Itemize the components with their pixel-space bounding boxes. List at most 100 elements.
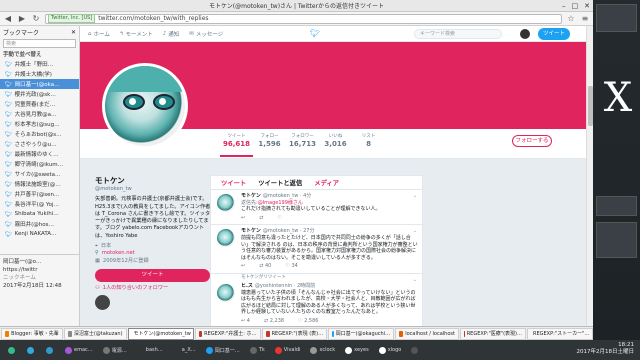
timeline-tab[interactable]: ツイートと返信 <box>258 178 302 187</box>
dock-item[interactable]: Vivaldi <box>271 342 305 358</box>
desktop-thumbnail[interactable] <box>596 196 637 216</box>
taskbar-button[interactable]: モトケン(@motoken_tw <box>127 327 194 340</box>
bookmark-item[interactable]: 🐦︎ 弁護士大橋(学) <box>0 69 79 79</box>
minimize-icon[interactable]: – <box>562 2 566 10</box>
bookmark-item[interactable]: 🐦︎ 児童買春(まだ… <box>0 99 79 109</box>
tweet-handle[interactable]: @motoken_tw · 27分 <box>263 228 315 235</box>
bookmark-item[interactable]: 🐦︎ 岡口基一(@oka… <box>0 79 79 89</box>
dock-item[interactable] <box>407 342 424 358</box>
tweet-author[interactable]: ヒ.ス <box>241 283 253 290</box>
bookmark-item[interactable]: 🐦︎ 大谷見月教@a… <box>0 109 79 119</box>
nav-home[interactable]: ⌂ ホーム <box>88 30 110 38</box>
taskbar-button[interactable]: 深沼富士(@takuzan) <box>63 327 127 340</box>
account-avatar[interactable] <box>520 29 530 39</box>
nav-moments[interactable]: ϟ モーメント <box>120 30 153 38</box>
close-icon[interactable]: ✕ <box>584 2 590 10</box>
profile-handle[interactable]: @motoken_tw <box>95 186 211 193</box>
nav-messages[interactable]: ✉ メッセージ <box>189 30 223 38</box>
website-link[interactable]: motoken.net <box>102 250 135 257</box>
bookmark-item[interactable]: 🐦︎ 最新情報のゆく… <box>0 149 79 159</box>
bookmark-item[interactable]: 🐦︎ Shibata Yukihi… <box>0 209 79 219</box>
reply-action[interactable]: ↩ <box>241 215 245 222</box>
bookmark-item[interactable]: 🐦︎ 井戸善平(@sen… <box>0 189 79 199</box>
twitter-bird-icon[interactable]: 🐦︎ <box>310 29 320 38</box>
bookmark-item[interactable]: 🐦︎ 杉本孝志(@sug… <box>0 119 79 129</box>
follower-avatar[interactable] <box>95 295 110 311</box>
url-text[interactable]: twitter.com/motoken_tw/with_replies <box>98 15 208 22</box>
chevron-down-icon[interactable]: ⌄ <box>413 228 417 235</box>
stat-1[interactable]: フォロー 1,596 <box>253 133 286 157</box>
desktop-thumbnail[interactable] <box>596 4 637 32</box>
profile-website[interactable]: ⚲ motoken.net <box>95 250 211 257</box>
bookmark-item[interactable]: 🐦︎ ささやぅり@u… <box>0 139 79 149</box>
stat-4[interactable]: リスト 8 <box>352 133 385 157</box>
page-scrollbar[interactable] <box>586 26 593 326</box>
desktop-thumbnail[interactable] <box>596 222 637 258</box>
timeline-tab[interactable]: ツイート <box>221 178 246 187</box>
stat-2[interactable]: フォロワー 16,713 <box>286 133 319 157</box>
tweet-avatar[interactable] <box>217 283 235 302</box>
tweet-avatar[interactable] <box>217 194 235 212</box>
dock-item[interactable]: xlogo <box>375 342 406 358</box>
taskbar-button[interactable]: 岡口基一(@okaguchi… <box>328 327 395 340</box>
dock-item[interactable]: Tk <box>246 342 269 358</box>
menu-icon[interactable]: ≡ <box>580 14 590 24</box>
back-icon[interactable]: ◀ <box>3 14 13 24</box>
tweet[interactable]: モトケンがリツイート ヒ.ス @yoshintennin · 2時間前 ⌄ 端恵悪ってい… <box>211 274 422 326</box>
profile-avatar[interactable] <box>102 63 188 149</box>
bookmark-item[interactable]: 🐦︎ 霧田井(@hos… <box>0 219 79 229</box>
dock-item[interactable]: xeyes <box>341 342 373 358</box>
chevron-down-icon[interactable]: ⌄ <box>413 277 417 284</box>
forward-icon[interactable]: ▶ <box>17 14 27 24</box>
followers-you-know[interactable]: ⚇ 1人の知り合いのフォロワー <box>95 285 211 292</box>
nav-tweet-button[interactable]: ツイート <box>538 28 570 40</box>
dock-item[interactable] <box>42 342 59 358</box>
tweet[interactable]: モトケン @motoken_tw · 27分 ⌄ 前提も同意も違ったとたけど、日本国内… <box>211 225 422 274</box>
address-bar[interactable]: Twitter, Inc. [US] twitter.com/motoken_t… <box>45 13 562 24</box>
bookmark-item[interactable]: 🐦︎ 長谷洋平(@ Yoj… <box>0 199 79 209</box>
bookmark-item[interactable]: 🐦︎ サイカ(@sweta… <box>0 169 79 179</box>
tweet[interactable]: モトケン @motoken_tw · 4分 ⌄ 返信先:@Image199様さん これだ… <box>211 190 422 226</box>
reply-user[interactable]: @Image199様さん <box>258 200 303 206</box>
dock-item[interactable]: 岡口基一… <box>202 342 244 358</box>
sidebar-close-icon[interactable]: ✕ <box>71 29 76 36</box>
reload-icon[interactable]: ↻ <box>31 14 41 24</box>
star-icon[interactable]: ☆ <box>566 14 576 24</box>
stat-0[interactable]: ツイート 96,618 <box>220 133 253 157</box>
stat-3[interactable]: いいね 3,016 <box>319 133 352 157</box>
retweet-action[interactable]: ⇄ 2,238 <box>264 318 284 325</box>
bookmark-item[interactable]: 🐦︎ 弁護士「野田… <box>0 59 79 69</box>
like-action[interactable]: ♡ 34 <box>285 263 297 270</box>
reply-action[interactable]: ↩ 4 <box>241 318 250 325</box>
taskbar-button[interactable]: localhost / localhost <box>395 327 459 340</box>
nav-notifications[interactable]: ♪ 通知 <box>163 30 180 38</box>
chevron-down-icon[interactable]: ⌄ <box>413 193 417 200</box>
tweet-avatar[interactable] <box>217 229 235 248</box>
bookmark-item[interactable]: 🐦︎ 情報法施設室(@… <box>0 179 79 189</box>
tweet-handle[interactable]: @motoken_tw · 4分 <box>263 193 311 200</box>
tweet-author[interactable]: モトケン <box>241 193 261 200</box>
twitter-search-input[interactable]: キーワード検索 <box>414 29 502 39</box>
dock-item[interactable] <box>4 342 21 358</box>
timeline-tab[interactable]: メディア <box>314 178 339 187</box>
reply-action[interactable]: ↩ <box>241 263 245 270</box>
taskbar-button[interactable]: REGEXP:"弁護士: ホ… <box>194 327 261 340</box>
bookmark-item[interactable]: 🐦︎ 櫻井光政(@sk… <box>0 89 79 99</box>
dock-item[interactable]: bash… <box>133 342 167 358</box>
maximize-icon[interactable]: □ <box>572 2 579 10</box>
taskbar-button[interactable]: REGEXP:"医療"(表現)… <box>459 327 526 340</box>
like-action[interactable]: ♡ 2,586 <box>298 318 318 325</box>
bookmark-item[interactable]: 🐦︎ Kenji NAKATA… <box>0 229 79 239</box>
profile-tweet-button[interactable]: ツイート <box>95 268 210 282</box>
tweet-author[interactable]: モトケン <box>241 228 261 235</box>
dock-item[interactable]: a_X… <box>169 342 200 358</box>
dock-item[interactable]: emac… <box>61 342 97 358</box>
taskbar-button[interactable]: REGEXP:"(表現 (表)… <box>261 327 328 340</box>
sidebar-search-input[interactable]: 検索 <box>3 39 76 48</box>
taskbar-button[interactable]: Blogger: 事敏・先輩 <box>1 327 63 340</box>
dock-item[interactable]: xclock <box>306 342 339 358</box>
bookmark-item[interactable]: 🐦︎ そらぁおbot(@s… <box>0 129 79 139</box>
follow-button[interactable]: フォローする <box>512 135 552 147</box>
tweet-handle[interactable]: @yoshintennin · 2時間前 <box>255 283 315 290</box>
dock-item[interactable] <box>23 342 40 358</box>
